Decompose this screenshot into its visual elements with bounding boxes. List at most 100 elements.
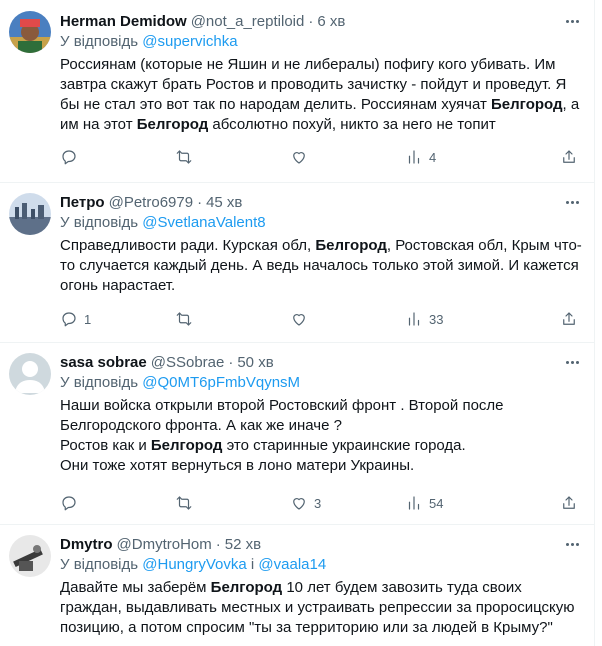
action-bar: 4: [60, 147, 582, 167]
retweet-button[interactable]: [175, 493, 199, 513]
reply-button[interactable]: [60, 147, 84, 167]
tweet-text: Давайте мы заберём Белгород 10 лет будем…: [60, 578, 582, 638]
reply-prefix: У відповідь: [60, 33, 139, 50]
author-name[interactable]: Herman Demidow: [60, 13, 187, 30]
text-segment: абсолютно похуй, никто за него не топит: [208, 116, 496, 133]
tweet-text-line: Ростов как и Белгород это старинные укра…: [60, 436, 582, 456]
reply-context: У відповідь @supervichka: [60, 32, 582, 52]
tweet-text: Наши войска открыли второй Ростовский фр…: [60, 396, 582, 476]
timestamp[interactable]: 50 хв: [237, 354, 273, 371]
tweet-header: sasa sobrae @SSobrae · 50 хв: [60, 351, 582, 373]
reply-context: У відповідь @HungryVovka і @vaala14: [60, 555, 582, 575]
reply-feed: Herman Demidow @not_a_reptiloid · 6 хв У…: [0, 0, 595, 646]
text-segment: граждан, выдавливать местных и устраиват…: [60, 599, 575, 616]
tweet-text-line: Россиянам (которые не Яшин и не либералы…: [60, 55, 582, 75]
heart-icon: [293, 152, 305, 164]
text-segment: им на этот: [60, 116, 137, 133]
tweet[interactable]: Dmytro @DmytroHom · 52 хв У відповідь @H…: [0, 525, 594, 646]
text-segment: огонь нарастает.: [60, 277, 176, 294]
text-segment: Справедливости ради. Курская обл,: [60, 237, 316, 254]
author-handle[interactable]: @DmytroHom: [117, 536, 212, 553]
tweet-header: Dmytro @DmytroHom · 52 хв: [60, 533, 582, 555]
more-options-icon[interactable]: [562, 353, 582, 371]
tweet[interactable]: sasa sobrae @SSobrae · 50 хв У відповідь…: [0, 343, 594, 525]
text-segment: завтра скажут брать Ростов и проводить з…: [60, 76, 567, 93]
tweet-text-line: то случается каждый день. А ведь началос…: [60, 256, 582, 276]
timestamp[interactable]: 6 хв: [317, 13, 345, 30]
reply-to-link[interactable]: @HungryVovka: [142, 556, 246, 573]
text-segment: Ростов как и: [60, 437, 151, 454]
views-button[interactable]: 54: [405, 493, 443, 513]
reply-button[interactable]: 1: [60, 309, 91, 329]
reply-context: У відповідь @SvetlanaValent8: [60, 213, 582, 233]
timestamp[interactable]: 45 хв: [206, 194, 242, 211]
like-button[interactable]: 3: [290, 493, 321, 513]
more-options-icon[interactable]: [562, 12, 582, 30]
avatar[interactable]: [9, 11, 51, 53]
reply-button[interactable]: [60, 493, 84, 513]
author-handle[interactable]: @not_a_reptiloid: [191, 13, 305, 30]
reply-to-link[interactable]: @supervichka: [142, 33, 237, 50]
text-segment: позицию, а потом спросим "ты за территор…: [60, 619, 553, 636]
share-icon: [563, 312, 575, 325]
tweet-text-line: Белгородского фронта. А как же иначе ?: [60, 416, 582, 436]
tweet-text-line: позицию, а потом спросим "ты за территор…: [60, 618, 582, 638]
text-segment: Россиянам (которые не Яшин и не либералы…: [60, 56, 556, 73]
views-chart-icon: [408, 496, 420, 510]
views-button[interactable]: 4: [405, 147, 436, 167]
heart-icon: [293, 498, 305, 510]
share-button[interactable]: [560, 147, 578, 167]
author-name[interactable]: sasa sobrae: [60, 354, 147, 371]
like-button[interactable]: [290, 309, 314, 329]
tweet[interactable]: Herman Demidow @not_a_reptiloid · 6 хв У…: [0, 0, 594, 183]
share-button[interactable]: [560, 309, 578, 329]
text-segment: Наши войска открыли второй Ростовский фр…: [60, 397, 504, 414]
highlighted-term: Белгород: [150, 437, 223, 454]
avatar[interactable]: [9, 353, 51, 395]
heart-icon: [293, 314, 305, 326]
reply-to-link-2[interactable]: @vaala14: [258, 556, 326, 573]
author-name[interactable]: Петро: [60, 194, 105, 211]
more-options-icon[interactable]: [562, 535, 582, 553]
text-segment: бы не стал это вот так по народам делить…: [60, 96, 492, 113]
tweet-text: Справедливости ради. Курская обл, Белгор…: [60, 236, 582, 296]
text-segment: Белгородского фронта. А как же иначе ?: [60, 417, 342, 434]
tweet-text-line: им на этот Белгород абсолютно похуй, ник…: [60, 115, 582, 135]
action-bar: 1 33: [60, 309, 582, 329]
author-handle[interactable]: @SSobrae: [151, 354, 225, 371]
share-icon: [563, 150, 575, 163]
tweet-text-line: Они тоже хотят вернуться в лоно матери У…: [60, 456, 582, 476]
retweet-button[interactable]: [175, 309, 199, 329]
highlighted-term: Белгород: [136, 116, 209, 133]
tweet-header: Herman Demidow @not_a_reptiloid · 6 хв: [60, 10, 582, 32]
views-button[interactable]: 33: [405, 309, 443, 329]
author-handle[interactable]: @Petro6979: [109, 194, 193, 211]
text-segment: , а: [562, 96, 580, 113]
tweet-header: Петро @Petro6979 · 45 хв: [60, 191, 582, 213]
timestamp[interactable]: 52 хв: [225, 536, 261, 553]
text-segment: Давайте мы заберём: [60, 579, 211, 596]
highlighted-term: Белгород: [491, 96, 563, 113]
text-segment: это старинные украинские города.: [222, 437, 466, 454]
highlighted-term: Белгород: [210, 579, 283, 596]
tweet-text-line: Справедливости ради. Курская обл, Белгор…: [60, 236, 582, 256]
avatar[interactable]: [9, 193, 51, 235]
like-button[interactable]: [290, 147, 314, 167]
text-segment: то случается каждый день. А ведь началос…: [60, 257, 579, 274]
author-name[interactable]: Dmytro: [60, 536, 113, 553]
reply-and: і: [250, 556, 255, 573]
share-icon: [563, 496, 575, 509]
reply-prefix: У відповідь: [60, 374, 139, 391]
tweet[interactable]: Петро @Petro6979 · 45 хв У відповідь @Sv…: [0, 183, 594, 343]
share-button[interactable]: [560, 493, 578, 513]
tweet-text-line: Давайте мы заберём Белгород 10 лет будем…: [60, 578, 582, 598]
more-options-icon[interactable]: [562, 193, 582, 211]
avatar[interactable]: [9, 535, 51, 577]
reply-to-link[interactable]: @SvetlanaValent8: [142, 214, 265, 231]
reply-to-link[interactable]: @Q0MT6pFmbVqynsM: [142, 374, 300, 391]
text-segment: , Ростовская обл, Крым что-: [386, 237, 582, 254]
highlighted-term: Белгород: [315, 237, 387, 254]
reply-icon: [62, 496, 76, 511]
tweet-text-line: завтра скажут брать Ростов и проводить з…: [60, 75, 582, 95]
retweet-button[interactable]: [175, 147, 199, 167]
